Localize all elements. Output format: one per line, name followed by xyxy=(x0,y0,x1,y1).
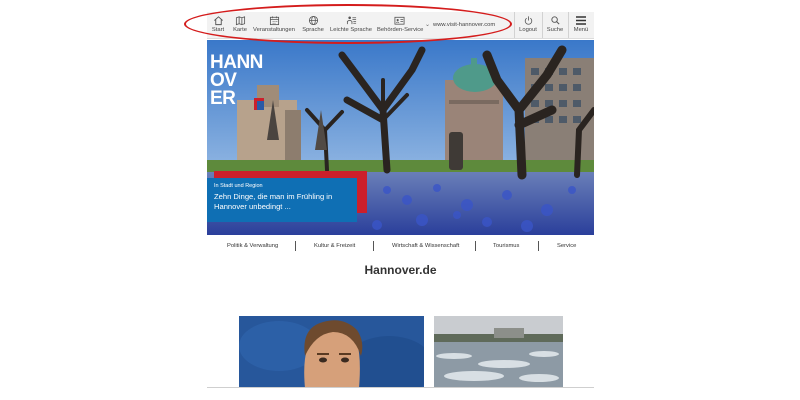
hannover-logo[interactable]: HANN OV ER xyxy=(210,53,264,110)
toolbar-karte[interactable]: Karte xyxy=(231,15,249,37)
home-icon xyxy=(213,16,223,26)
map-icon xyxy=(235,16,245,26)
toolbar-start-label: Start xyxy=(211,27,225,33)
nav-separator xyxy=(538,241,539,251)
news-tile-river[interactable] xyxy=(434,316,563,388)
divider-line xyxy=(207,387,594,388)
id-card-icon xyxy=(394,16,404,25)
site-title: Hannover.de xyxy=(364,263,437,277)
nav-tourismus[interactable]: Tourismus xyxy=(493,243,519,249)
menu-label: Menü xyxy=(573,27,589,33)
chevron-down-icon: ⌄ xyxy=(425,22,431,28)
hero-teaser[interactable]: In Stadt und Region Zehn Dinge, die man … xyxy=(207,178,357,222)
toolbar-veranstaltungen-label: Veranstaltungen xyxy=(253,27,295,33)
calendar-icon xyxy=(269,16,279,26)
menu-button[interactable]: Menü xyxy=(570,15,592,37)
toolbar-sprache[interactable]: Sprache xyxy=(301,15,325,37)
easy-language-icon xyxy=(346,16,356,25)
globe-icon xyxy=(308,15,318,26)
nav-separator xyxy=(373,241,374,251)
search-icon xyxy=(550,16,560,25)
toolbar-leichte-sprache-label: Leichte Sprache xyxy=(330,27,372,33)
url-dropdown[interactable]: ⌄ www.visit-hannover.com xyxy=(425,21,495,28)
nav-separator xyxy=(295,241,296,251)
url-text: www.visit-hannover.com xyxy=(433,22,496,28)
toolbar-divider xyxy=(542,12,543,38)
toolbar-behoerden-service-label: Behörden-Service xyxy=(377,27,424,33)
toolbar-karte-label: Karte xyxy=(233,27,247,33)
toolbar-behoerden-service[interactable]: Behörden-Service xyxy=(377,15,424,37)
nav-wirtschaft-wissenschaft[interactable]: Wirtschaft & Wissenschaft xyxy=(392,243,459,249)
search-label: Suche xyxy=(546,27,564,33)
teaser-kicker: In Stadt und Region xyxy=(214,183,263,189)
service-toolbar: Start Karte Veranstaltungen Sprache Leic… xyxy=(207,12,594,39)
toolbar-veranstaltungen[interactable]: Veranstaltungen xyxy=(253,15,295,37)
category-nav: Politik & Verwaltung Kultur & Freizeit W… xyxy=(207,241,594,253)
nav-kultur-freizeit[interactable]: Kultur & Freizeit xyxy=(314,243,355,249)
page: Start Karte Veranstaltungen Sprache Leic… xyxy=(207,10,594,388)
teaser-headline: Zehn Dinge, die man im Frühling in Hanno… xyxy=(214,192,333,211)
hamburger-icon xyxy=(576,16,586,25)
toolbar-sprache-label: Sprache xyxy=(302,27,324,33)
search-button[interactable]: Suche xyxy=(544,15,566,37)
toolbar-divider xyxy=(568,12,569,38)
nav-separator xyxy=(475,241,476,251)
toolbar-divider xyxy=(514,12,515,38)
nav-politik-verwaltung[interactable]: Politik & Verwaltung xyxy=(227,243,278,249)
toolbar-leichte-sprache[interactable]: Leichte Sprache xyxy=(329,15,373,37)
logout-button[interactable]: Logout xyxy=(516,15,540,37)
toolbar-start[interactable]: Start xyxy=(211,15,225,37)
portrait-photo xyxy=(239,316,424,388)
news-tile-portrait[interactable] xyxy=(239,316,424,388)
river-photo xyxy=(434,316,563,388)
logo-blue-square xyxy=(257,101,264,110)
nav-service[interactable]: Service xyxy=(557,243,576,249)
logout-label: Logout xyxy=(519,27,537,33)
power-icon xyxy=(524,16,532,25)
hero-image[interactable]: HANN OV ER In Stadt und Region Zehn Ding… xyxy=(207,40,594,235)
logo-line-3: ER xyxy=(210,88,236,109)
